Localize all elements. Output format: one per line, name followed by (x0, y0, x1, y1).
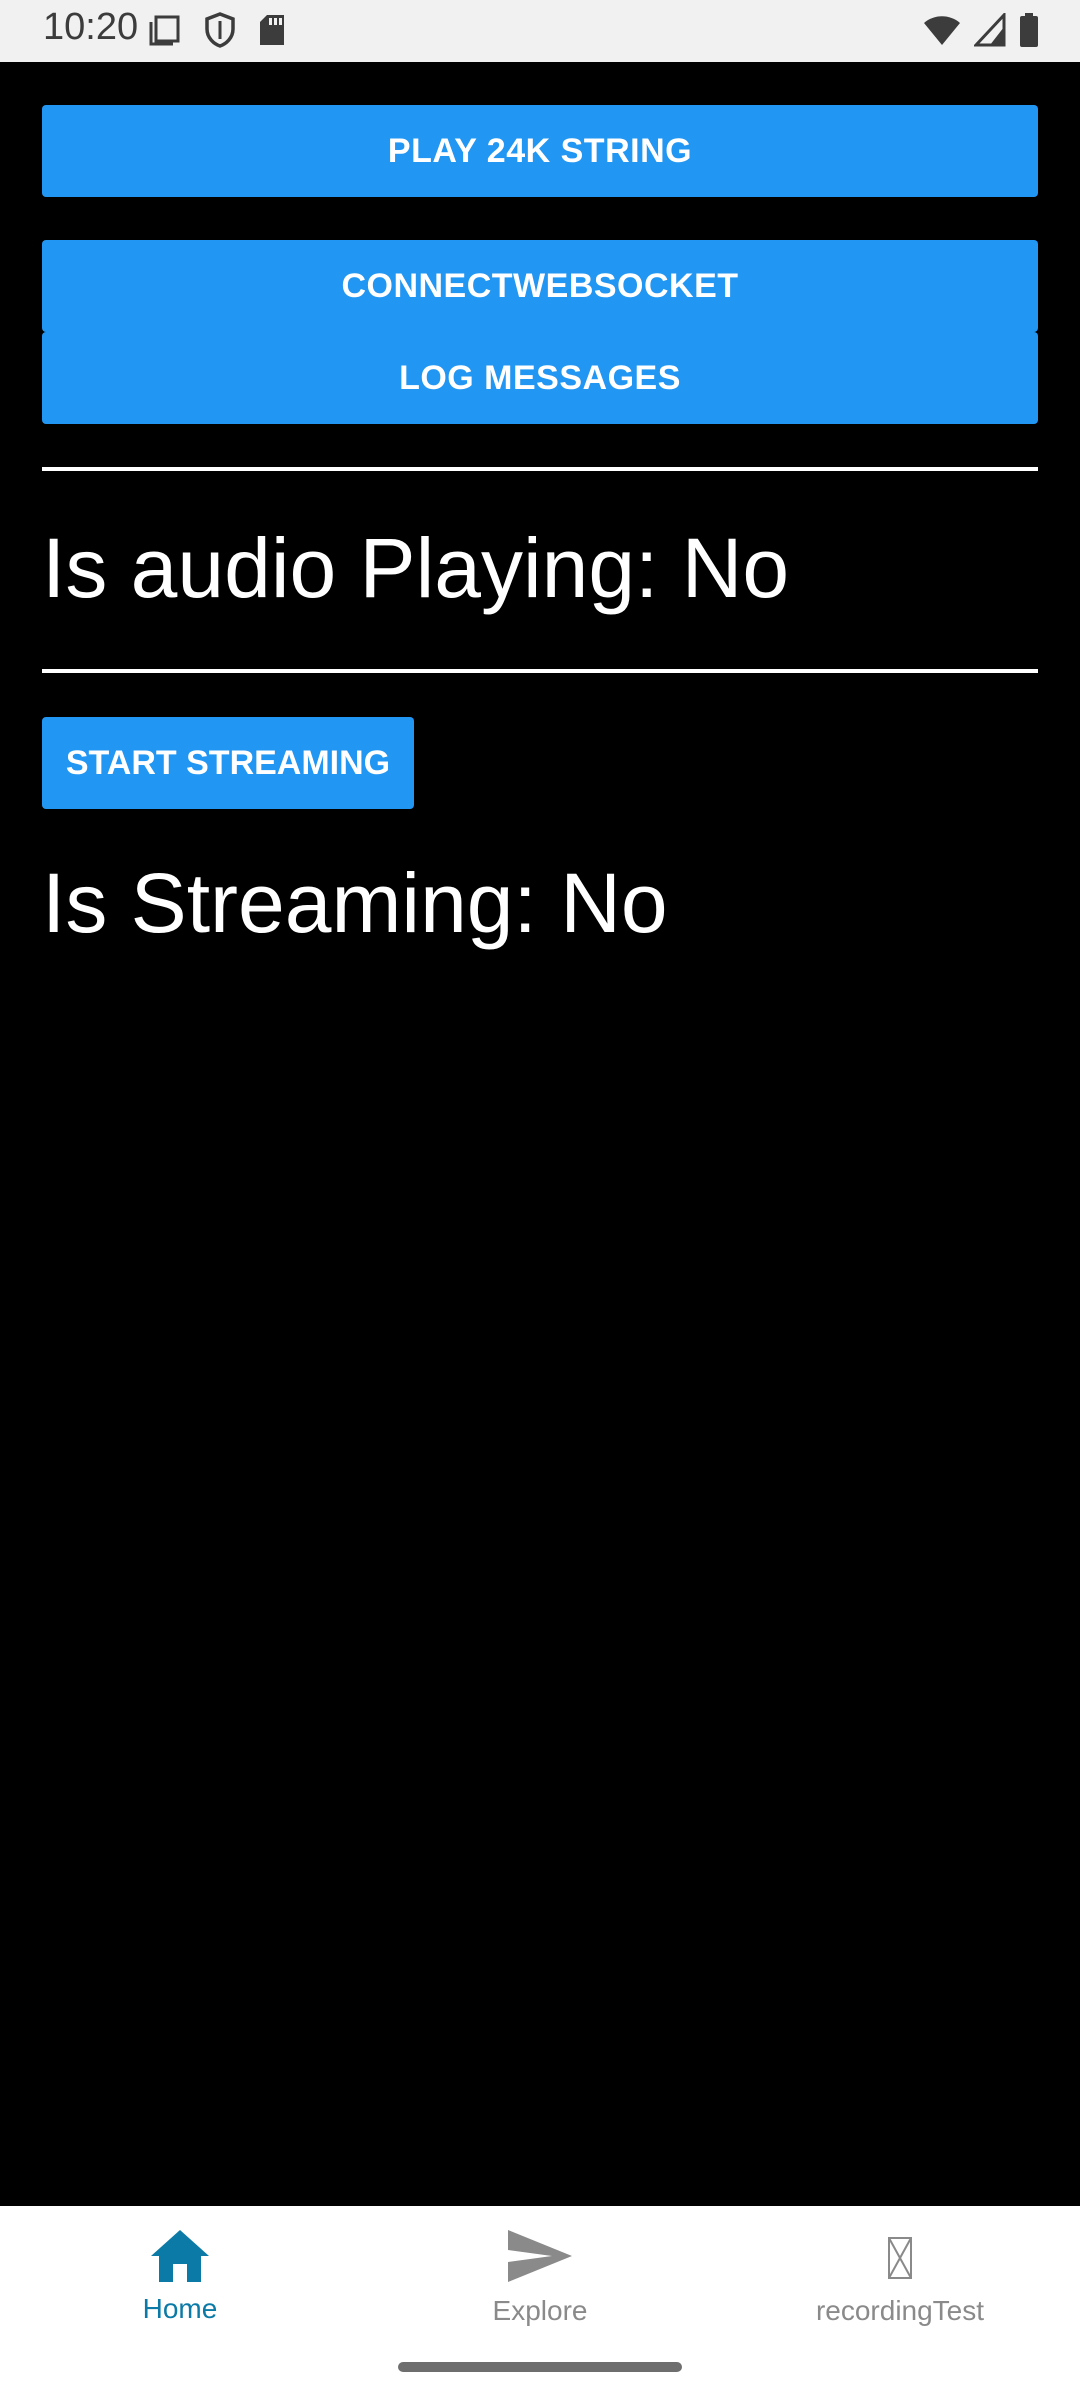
sd-card-icon (258, 13, 286, 52)
start-streaming-button[interactable]: START STREAMING (42, 717, 414, 809)
connect-websocket-button[interactable]: CONNECTWEBSOCKET (42, 240, 1038, 332)
tab-explore-label: Explore (492, 2295, 588, 2326)
play-24k-string-button[interactable]: PLAY 24K STRING (42, 105, 1038, 197)
main-content: PLAY 24K STRING CONNECTWEBSOCKET LOG MES… (0, 62, 1080, 2206)
home-icon (149, 2228, 211, 2287)
status-bar: 10:20 (0, 0, 1080, 62)
tab-home[interactable]: Home (0, 2206, 360, 2356)
status-time: 10:20 (43, 6, 139, 48)
status-icons-right (922, 11, 1040, 53)
status-icons-left (148, 12, 286, 53)
divider-bottom (42, 669, 1038, 673)
screenshot-icon (148, 13, 182, 52)
tab-recording-test[interactable]: recordingTest (720, 2206, 1080, 2356)
streaming-status: Is Streaming: No (42, 856, 668, 950)
wifi-icon (922, 13, 962, 52)
home-indicator[interactable] (398, 2362, 682, 2372)
log-messages-button[interactable]: LOG MESSAGES (42, 332, 1038, 424)
tab-recording-test-label: recordingTest (815, 2295, 985, 2326)
shield-icon (204, 12, 236, 53)
divider-top (42, 467, 1038, 471)
audio-playing-status: Is audio Playing: No (42, 521, 790, 615)
send-icon (506, 2228, 574, 2289)
battery-icon (1018, 12, 1040, 53)
missing-image-icon (885, 2228, 915, 2289)
cell-signal-icon (972, 11, 1006, 52)
tab-home-label: Home (142, 2293, 218, 2324)
tab-explore[interactable]: Explore (360, 2206, 720, 2356)
